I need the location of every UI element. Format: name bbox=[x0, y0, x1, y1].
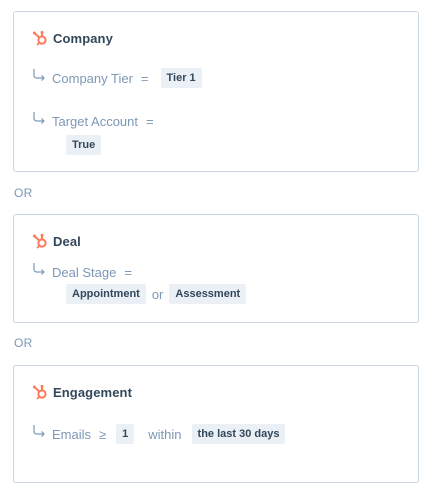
condition-operator: ≥ bbox=[99, 426, 107, 442]
hubspot-sprocket-icon bbox=[32, 30, 48, 46]
condition-value-pill: Tier 1 bbox=[160, 68, 202, 88]
condition-property: Target Account bbox=[52, 113, 138, 129]
condition-emails[interactable]: Emails ≥ 1 within the last 30 days bbox=[32, 424, 286, 444]
filter-object-title: Company bbox=[53, 30, 113, 46]
condition-value-pill: True bbox=[66, 135, 102, 155]
branch-arrow-icon bbox=[32, 262, 46, 276]
condition-property: Company Tier bbox=[52, 70, 133, 86]
filter-card-engagement: Engagement Emails ≥ 1 within the last 30… bbox=[13, 365, 419, 483]
or-separator: OR bbox=[14, 186, 33, 200]
filter-object-title: Deal bbox=[53, 233, 81, 249]
condition-deal-stage[interactable]: Deal Stage = Appointment or Assessment bbox=[32, 262, 247, 304]
condition-timeframe-pill: the last 30 days bbox=[191, 424, 286, 444]
condition-value-pill: Assessment bbox=[169, 284, 247, 304]
condition-company-tier[interactable]: Company Tier = Tier 1 bbox=[32, 68, 202, 88]
hubspot-sprocket-icon bbox=[32, 233, 48, 249]
or-separator: OR bbox=[14, 336, 33, 350]
condition-operator: = bbox=[146, 113, 154, 129]
condition-target-account[interactable]: Target Account = True bbox=[32, 111, 154, 155]
branch-arrow-icon bbox=[32, 68, 46, 82]
filter-card-header: Deal bbox=[32, 233, 81, 249]
condition-property: Deal Stage bbox=[52, 264, 117, 280]
condition-value-pill: Appointment bbox=[66, 284, 146, 304]
condition-joiner: within bbox=[148, 426, 182, 442]
filter-card-company: Company Company Tier = Tier 1 Target Acc… bbox=[13, 11, 419, 172]
filter-card-deal: Deal Deal Stage = Appointment or Assessm… bbox=[13, 214, 419, 323]
branch-arrow-icon bbox=[32, 111, 46, 125]
condition-operator: = bbox=[124, 264, 132, 280]
hubspot-sprocket-icon bbox=[32, 384, 48, 400]
branch-arrow-icon bbox=[32, 424, 46, 438]
condition-value-pill: 1 bbox=[116, 424, 135, 444]
filter-card-header: Engagement bbox=[32, 384, 132, 400]
filter-object-title: Engagement bbox=[53, 384, 133, 400]
condition-joiner: or bbox=[151, 286, 164, 302]
condition-property: Emails bbox=[52, 426, 92, 442]
condition-operator: = bbox=[140, 70, 149, 86]
filter-card-header: Company bbox=[32, 30, 113, 46]
